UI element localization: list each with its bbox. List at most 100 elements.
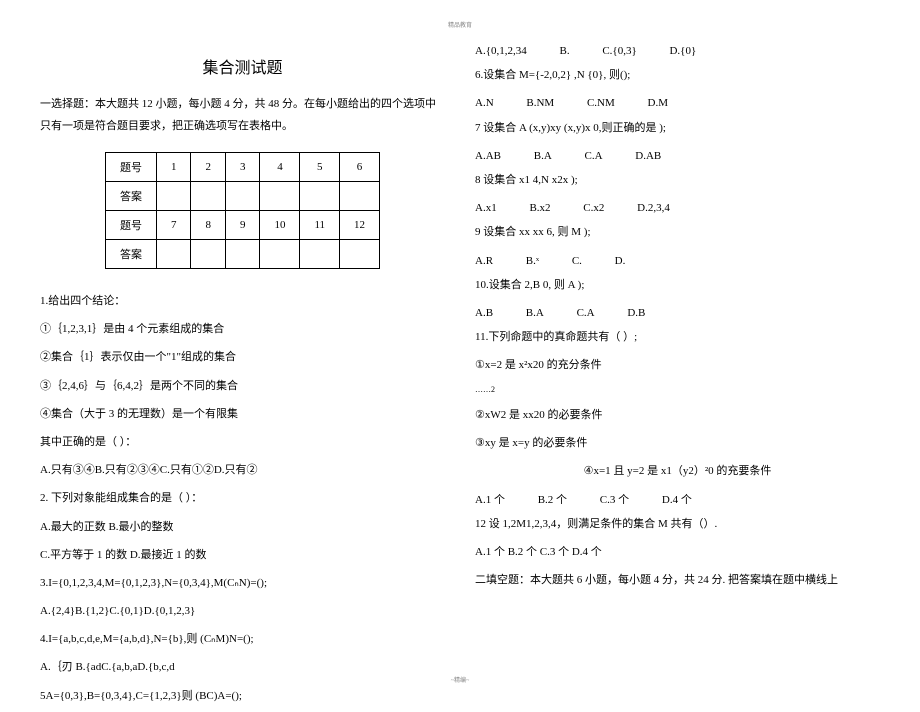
table-cell — [260, 240, 300, 269]
table-cell — [340, 240, 380, 269]
table-row: 题号 7 8 9 10 11 12 — [105, 211, 379, 240]
option-a: A.N — [475, 91, 494, 115]
section-intro: 一选择题：本大题共 12 小题，每小题 4 分，共 48 分。在每小题给出的四个… — [40, 93, 445, 137]
question-11-sep: ……2 — [475, 381, 880, 399]
option-b: B.NM — [526, 91, 554, 115]
table-cell: 10 — [260, 211, 300, 240]
answer-table: 题号 1 2 3 4 5 6 答案 题号 7 8 9 — [105, 152, 380, 269]
option-d: D.4 个 — [662, 488, 692, 512]
question-11-item: ②xW2 是 xx20 的必要条件 — [475, 403, 880, 427]
table-row: 答案 — [105, 182, 379, 211]
left-column: 集合测试题 一选择题：本大题共 12 小题，每小题 4 分，共 48 分。在每小… — [40, 39, 445, 712]
question-5: 5A={0,3},B={0,3,4},C={1,2,3}则 (BC)A=(); — [40, 684, 445, 708]
document-columns: 集合测试题 一选择题：本大题共 12 小题，每小题 4 分，共 48 分。在每小… — [40, 39, 880, 712]
option-a: A.R — [475, 249, 493, 273]
question-11-item: ④x=1 且 y=2 是 x1（y2）²0 的充要条件 — [475, 459, 880, 483]
option-c: C.NM — [587, 91, 615, 115]
option-b: B.x2 — [529, 196, 550, 220]
table-cell: 5 — [300, 153, 340, 182]
option-c: C.A — [585, 144, 603, 168]
table-cell — [300, 240, 340, 269]
question-10: 10.设集合 2,B 0, 则 A ); — [475, 273, 880, 297]
option-d: D.2,3,4 — [637, 196, 670, 220]
question-2: 2. 下列对象能组成集合的是（ ）： — [40, 486, 445, 510]
option-c: C.x2 — [583, 196, 604, 220]
question-8-options: A.x1 B.x2 C.x2 D.2,3,4 — [475, 196, 880, 220]
option-d: D.{0} — [669, 39, 696, 63]
option-c: C.3 个 — [600, 488, 629, 512]
table-row: 题号 1 2 3 4 5 6 — [105, 153, 379, 182]
table-header: 答案 — [105, 182, 156, 211]
table-cell: 11 — [300, 211, 340, 240]
question-6-options: A.N B.NM C.NM D.M — [475, 91, 880, 115]
table-cell — [225, 240, 260, 269]
question-7: 7 设集合 A (x,y)xy (x,y)x 0,则正确的是 ); — [475, 116, 880, 140]
table-cell — [300, 182, 340, 211]
question-1-item: ①｛1,2,3,1｝是由 4 个元素组成的集合 — [40, 317, 445, 341]
question-2-options: A.最大的正数 B.最小的整数 — [40, 515, 445, 539]
question-7-options: A.AB B.A C.A D.AB — [475, 144, 880, 168]
option-b: B.A — [526, 301, 544, 325]
option-c: C.{0,3} — [602, 39, 636, 63]
section-2-intro: 二填空题：本大题共 6 小题，每小题 4 分，共 24 分. 把答案填在题中横线… — [475, 568, 880, 592]
option-d: D. — [615, 249, 626, 273]
table-cell — [340, 182, 380, 211]
question-1-item: ③｛2,4,6｝与｛6,4,2｝是两个不同的集合 — [40, 374, 445, 398]
table-header: 题号 — [105, 211, 156, 240]
question-12-options: A.1 个 B.2 个 C.3 个 D.4 个 — [475, 540, 880, 564]
question-6: 6.设集合 M={-2,0,2} ,N {0}, 则(); — [475, 63, 880, 87]
option-b: B.A — [534, 144, 552, 168]
right-column: A.{0,1,2,34 B. C.{0,3} D.{0} 6.设集合 M={-2… — [475, 39, 880, 712]
table-cell — [191, 182, 226, 211]
table-cell: 6 — [340, 153, 380, 182]
table-cell — [156, 182, 191, 211]
question-1-item: ②集合｛1｝表示仅由一个"1"组成的集合 — [40, 345, 445, 369]
question-4: 4.I={a,b,c,d,e,M={a,b,d},N={b},则 (CₙM)N=… — [40, 627, 445, 651]
question-1-options: A.只有③④B.只有②③④C.只有①②D.只有② — [40, 458, 445, 482]
option-b: B.2 个 — [538, 488, 567, 512]
question-9-options: A.R B.ˣ C. D. — [475, 249, 880, 273]
table-cell — [191, 240, 226, 269]
table-cell: 1 — [156, 153, 191, 182]
table-cell: 4 — [260, 153, 300, 182]
option-d: D.AB — [635, 144, 661, 168]
table-header: 答案 — [105, 240, 156, 269]
table-cell: 9 — [225, 211, 260, 240]
table-cell: 7 — [156, 211, 191, 240]
option-a: A.x1 — [475, 196, 497, 220]
question-11-options: A.1 个 B.2 个 C.3 个 D.4 个 — [475, 488, 880, 512]
option-c: C. — [572, 249, 582, 273]
document-title: 集合测试题 — [40, 54, 445, 78]
header-watermark: 精品教育 — [40, 20, 880, 29]
option-a: A.AB — [475, 144, 501, 168]
option-a: A.B — [475, 301, 493, 325]
table-cell: 2 — [191, 153, 226, 182]
question-3: 3.I={0,1,2,3,4,M={0,1,2,3},N={0,3,4},M(C… — [40, 571, 445, 595]
table-row: 答案 — [105, 240, 379, 269]
question-8: 8 设集合 x1 4,N x2x ); — [475, 168, 880, 192]
question-11-item: ③xy 是 x=y 的必要条件 — [475, 431, 880, 455]
table-cell: 8 — [191, 211, 226, 240]
question-3-options: A.{2,4}B.{1,2}C.{0,1}D.{0,1,2,3} — [40, 599, 445, 623]
question-11-item: ①x=2 是 x²x20 的充分条件 — [475, 353, 880, 377]
option-a: A.1 个 — [475, 488, 505, 512]
table-cell — [225, 182, 260, 211]
option-a: A.{0,1,2,34 — [475, 39, 527, 63]
table-cell: 3 — [225, 153, 260, 182]
table-header: 题号 — [105, 153, 156, 182]
question-12: 12 设 1,2M1,2,3,4，则满足条件的集合 M 共有（）. — [475, 512, 880, 536]
question-1-prompt: 其中正确的是（ ）： — [40, 430, 445, 454]
table-cell: 12 — [340, 211, 380, 240]
question-11: 11.下列命题中的真命题共有（ ）; — [475, 325, 880, 349]
footer-watermark: ~精编~ — [0, 675, 920, 684]
table-cell — [156, 240, 191, 269]
option-d: D.B — [627, 301, 645, 325]
option-b: B.ˣ — [526, 249, 539, 273]
option-b: B. — [559, 39, 569, 63]
question-5-options: A.{0,1,2,34 B. C.{0,3} D.{0} — [475, 39, 880, 63]
question-1: 1.给出四个结论： — [40, 289, 445, 313]
question-1-item: ④集合（大于 3 的无理数）是一个有限集 — [40, 402, 445, 426]
question-2-options: C.平方等于 1 的数 D.最接近 1 的数 — [40, 543, 445, 567]
option-c: C.A — [577, 301, 595, 325]
question-10-options: A.B B.A C.A D.B — [475, 301, 880, 325]
